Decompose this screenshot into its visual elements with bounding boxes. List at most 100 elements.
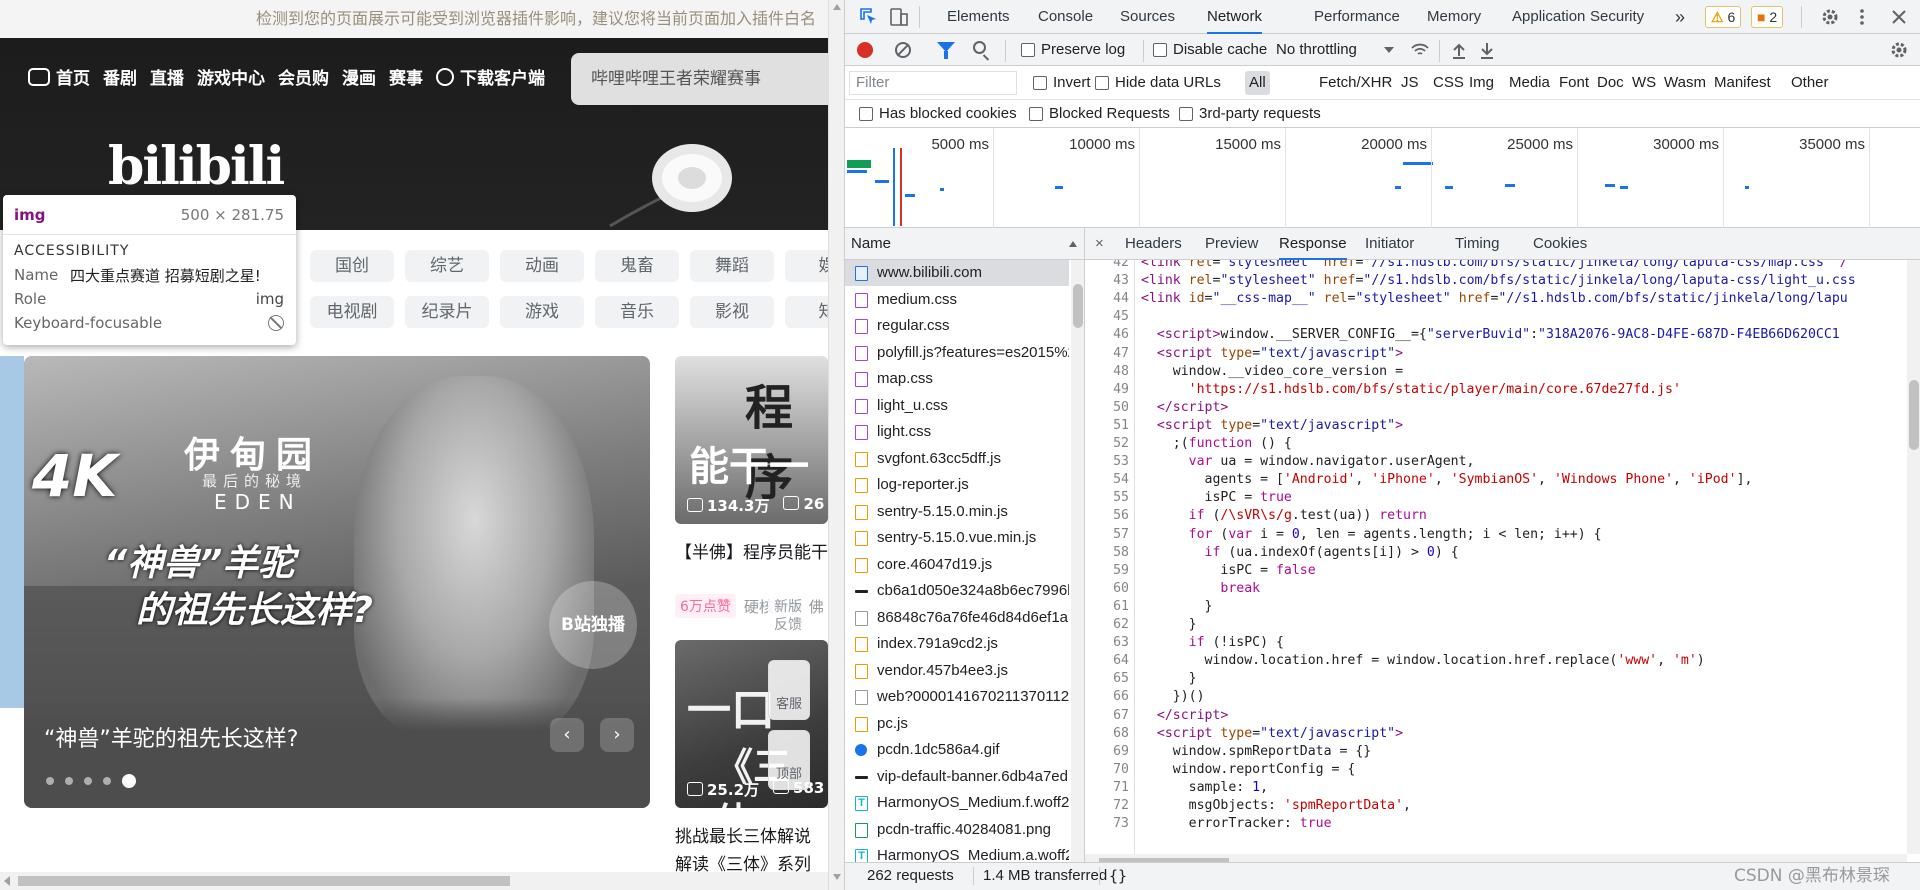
detail-tab-preview[interactable]: Preview: [1205, 228, 1258, 260]
page-hscroll-thumb[interactable]: [18, 876, 510, 886]
chevron-down-icon[interactable]: [1384, 47, 1394, 53]
page-vertical-scrollbar[interactable]: [828, 0, 844, 890]
carousel-caption[interactable]: “神兽”羊驼的祖先长这样?: [44, 721, 298, 753]
has-blocked-cookies-label[interactable]: Has blocked cookies: [879, 105, 1017, 122]
blocked-requests-label[interactable]: Blocked Requests: [1049, 105, 1170, 122]
request-row[interactable]: web?0000141670211370112h: [845, 684, 1069, 710]
request-row[interactable]: light.css: [845, 419, 1069, 445]
request-row[interactable]: polyfill.js?features=es2015%2: [845, 340, 1069, 366]
detail-tab-timing[interactable]: Timing: [1455, 228, 1499, 260]
carousel-dot[interactable]: [46, 777, 54, 785]
device-toolbar-icon[interactable]: [889, 7, 909, 27]
tab-performance[interactable]: Performance: [1314, 0, 1400, 34]
request-row[interactable]: pcdn.1dc586a4.gif: [845, 737, 1069, 763]
preserve-log-checkbox[interactable]: [1021, 43, 1035, 57]
category-tag[interactable]: 动画: [500, 250, 584, 282]
response-vscroll-thumb[interactable]: [1909, 380, 1919, 450]
request-row[interactable]: vip-default-banner.6db4a7ed: [845, 764, 1069, 790]
scroll-up-arrow-icon[interactable]: [833, 4, 841, 10]
banner-carousel[interactable]: 4K 伊甸园 最后的秘境 EDEN “神兽”羊驼 的祖先长这样? B站独播 “神…: [24, 356, 650, 808]
tab-elements[interactable]: Elements: [947, 0, 1010, 34]
nav-item-7[interactable]: 下载客户端: [460, 64, 545, 89]
card1-title[interactable]: 【半佛】程序员能干: [675, 538, 828, 563]
search-input[interactable]: 哔哩哔哩王者荣耀赛事: [571, 53, 828, 105]
more-tabs-button[interactable]: »: [1675, 0, 1685, 34]
carousel-dot[interactable]: [122, 774, 136, 788]
third-party-checkbox[interactable]: [1179, 107, 1193, 121]
request-row[interactable]: www.bilibili.com: [845, 260, 1069, 286]
nav-item-4[interactable]: 会员购: [278, 64, 329, 89]
requests-scroll-thumb[interactable]: [1073, 284, 1083, 328]
nav-item-5[interactable]: 漫画: [342, 64, 376, 89]
request-row[interactable]: sentry-5.15.0.vue.min.js: [845, 525, 1069, 551]
third-party-label[interactable]: 3rd-party requests: [1199, 105, 1321, 122]
detail-tab-headers[interactable]: Headers: [1125, 228, 1182, 260]
type-filter-img[interactable]: Img: [1465, 71, 1498, 95]
response-code-view[interactable]: 42 43 44 45 46 47 48 49 50 51 52 53 54 55 56 57 58 59 60 61…: [1085, 260, 1907, 854]
issues-badge[interactable]: ■ 2: [1751, 6, 1784, 28]
type-filter-fetchxhr[interactable]: Fetch/XHR: [1315, 71, 1396, 95]
carousel-next-button[interactable]: ›: [600, 718, 634, 752]
type-filter-js[interactable]: JS: [1397, 71, 1423, 95]
category-tag[interactable]: 影视: [690, 296, 774, 328]
request-row[interactable]: svgfont.63cc5dff.js: [845, 446, 1069, 472]
carousel-dot[interactable]: [84, 777, 92, 785]
type-filter-css[interactable]: CSS: [1429, 71, 1468, 95]
type-filter-manifest[interactable]: Manifest: [1710, 71, 1775, 95]
tab-sources[interactable]: Sources: [1120, 0, 1175, 34]
request-row[interactable]: T HarmonyOS_Medium.f.woff2: [845, 790, 1069, 816]
card2-title-line1[interactable]: 挑战最长三体解说: [675, 822, 811, 847]
request-row[interactable]: vendor.457b4ee3.js: [845, 658, 1069, 684]
request-row[interactable]: medium.css: [845, 287, 1069, 313]
request-row[interactable]: core.46047d19.js: [845, 552, 1069, 578]
export-har-icon[interactable]: [1477, 40, 1497, 60]
has-blocked-cookies-checkbox[interactable]: [859, 107, 873, 121]
response-vertical-scrollbar[interactable]: [1907, 260, 1920, 854]
clear-icon[interactable]: [895, 42, 911, 58]
customer-service-button[interactable]: 客服: [768, 660, 810, 720]
settings-gear-icon[interactable]: [1820, 7, 1840, 27]
close-detail-icon[interactable]: ×: [1095, 228, 1104, 260]
more-options-icon[interactable]: [1852, 7, 1872, 27]
nav-item-0[interactable]: 首页: [56, 64, 90, 89]
request-row[interactable]: cb6a1d050e324a8b6ec7996b: [845, 578, 1069, 604]
detail-tab-initiator[interactable]: Initiator: [1365, 228, 1414, 260]
preserve-log-label[interactable]: Preserve log: [1041, 41, 1125, 58]
filter-input[interactable]: Filter: [849, 71, 1017, 95]
type-filter-other[interactable]: Other: [1787, 71, 1833, 95]
back-to-top-button[interactable]: 顶部: [768, 730, 810, 790]
request-row[interactable]: pc.js: [845, 711, 1069, 737]
carousel-dot[interactable]: [103, 777, 111, 785]
hide-data-urls-checkbox[interactable]: [1095, 76, 1109, 90]
carousel-prev-button[interactable]: ‹: [550, 718, 584, 752]
request-row[interactable]: 86848c76a76fe46d84d6ef1ab: [845, 605, 1069, 631]
disable-cache-label[interactable]: Disable cache: [1173, 41, 1267, 58]
category-tag[interactable]: 知: [785, 296, 828, 328]
category-tag[interactable]: 纪录片: [405, 296, 489, 328]
category-tag[interactable]: 鬼畜: [595, 250, 679, 282]
network-conditions-icon[interactable]: [1410, 40, 1430, 60]
nav-item-2[interactable]: 直播: [150, 64, 184, 89]
tab-application[interactable]: Application: [1512, 0, 1585, 34]
bilibili-logo[interactable]: bilibili: [108, 136, 285, 197]
nav-item-1[interactable]: 番剧: [103, 64, 137, 89]
carousel-dot[interactable]: [65, 777, 73, 785]
close-devtools-icon[interactable]: [1889, 7, 1909, 27]
request-row[interactable]: light_u.css: [845, 393, 1069, 419]
category-tag[interactable]: 游戏: [500, 296, 584, 328]
disable-cache-checkbox[interactable]: [1153, 43, 1167, 57]
request-row[interactable]: log-reporter.js: [845, 472, 1069, 498]
warnings-badge[interactable]: ⚠ 6: [1705, 6, 1742, 28]
search-icon[interactable]: [973, 41, 986, 54]
type-filter-wasm[interactable]: Wasm: [1660, 71, 1710, 95]
tab-console[interactable]: Console: [1038, 0, 1093, 34]
filter-icon[interactable]: [937, 42, 955, 59]
throttling-select[interactable]: No throttling: [1276, 41, 1357, 58]
hide-data-urls-label[interactable]: Hide data URLs: [1115, 74, 1221, 91]
type-filter-doc[interactable]: Doc: [1593, 71, 1628, 95]
feedback-button[interactable]: 新版反馈: [768, 598, 808, 642]
video-card-1-cover[interactable]: 程序 能干一 134.3万 26: [675, 356, 828, 524]
category-tag[interactable]: 音乐: [595, 296, 679, 328]
scroll-down-arrow-icon[interactable]: [833, 874, 841, 880]
record-button[interactable]: [857, 42, 873, 58]
